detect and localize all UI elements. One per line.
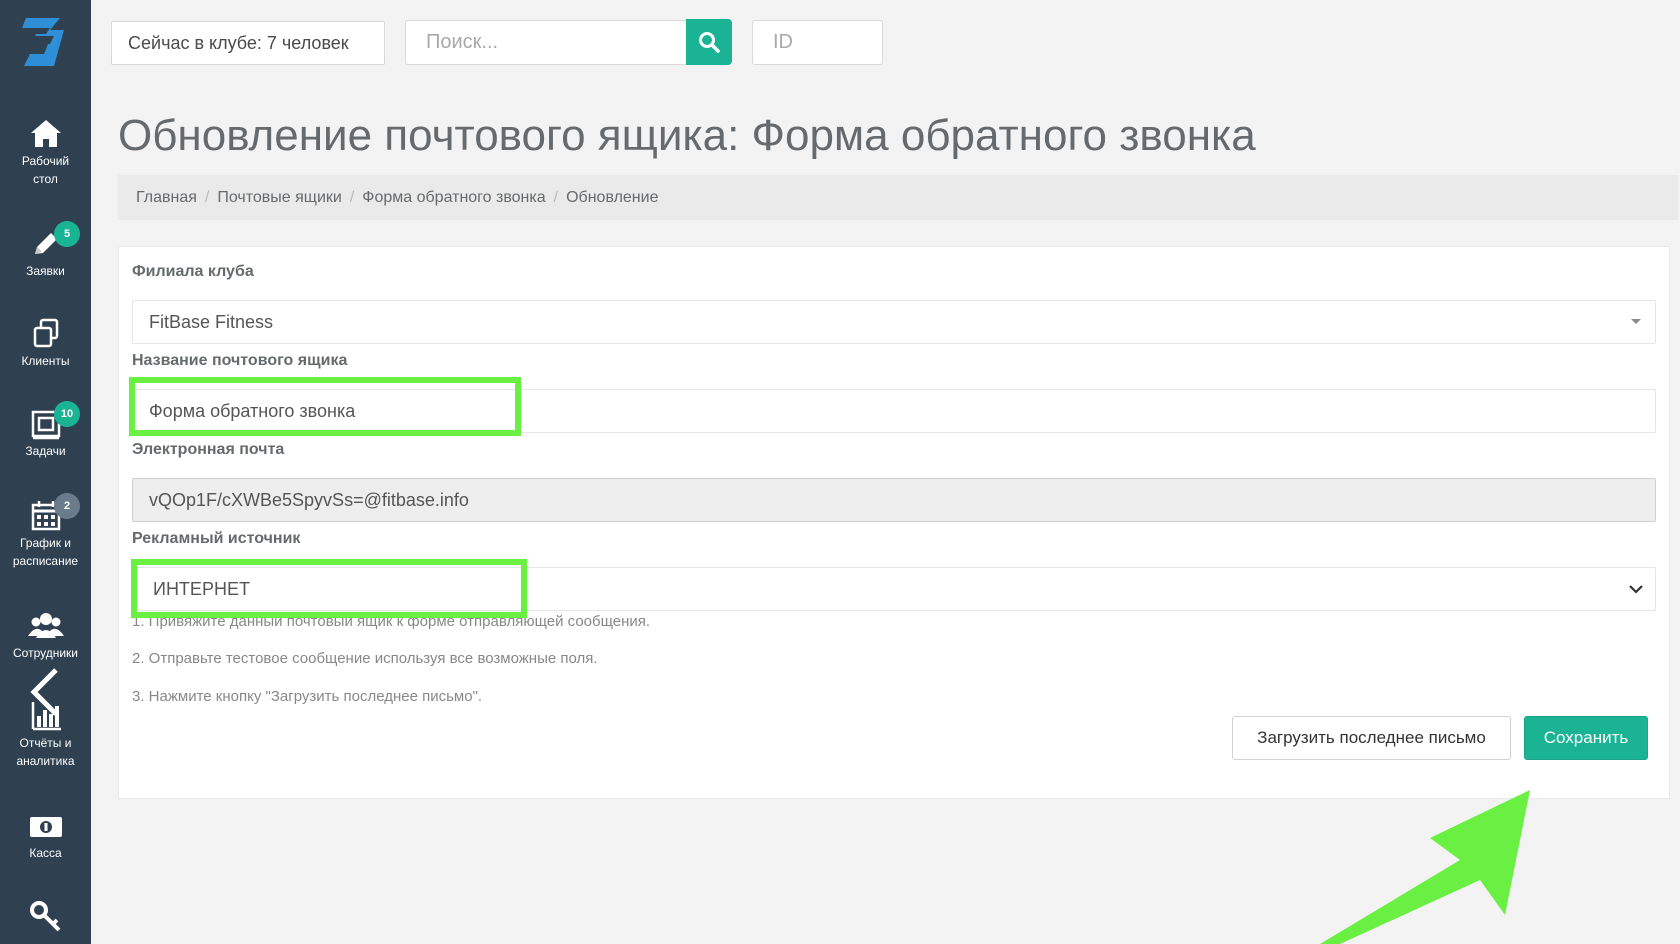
chevron-down-icon — [1629, 585, 1643, 594]
sidebar-item-cash[interactable]: Касса — [0, 808, 91, 862]
ad-source-label: Рекламный источник — [132, 530, 301, 547]
email-label: Электронная почта — [132, 441, 285, 458]
breadcrumb-mailboxes[interactable]: Почтовые ящики — [217, 189, 341, 206]
sidebar-item-clients[interactable]: Клиенты — [0, 316, 91, 370]
sidebar-item-label: Задачи — [25, 444, 66, 458]
breadcrumb-separator: / — [204, 189, 210, 206]
breadcrumb-mailbox[interactable]: Форма обратного звонка — [362, 189, 545, 206]
save-button[interactable]: Сохранить — [1524, 716, 1648, 760]
breadcrumb-home[interactable]: Главная — [136, 189, 197, 206]
breadcrumb-separator: / — [349, 189, 355, 206]
branch-select-value: FitBase Fitness — [149, 312, 274, 332]
sidebar-item-staff[interactable]: Сотрудники — [0, 608, 91, 662]
sidebar-item-label: Заявки — [26, 264, 65, 278]
ad-source-highlight — [131, 559, 527, 618]
schedule-count-badge: 2 — [54, 493, 80, 519]
instruction-step-3: 3. Нажмите кнопку "Загрузить последнее п… — [132, 688, 483, 705]
breadcrumb-current: Обновление — [566, 189, 659, 206]
breadcrumb-separator: / — [553, 189, 559, 206]
branch-label: Филиала клуба — [132, 263, 254, 280]
id-search-input[interactable] — [752, 20, 883, 65]
page-title: Обновление почтового ящика: Форма обратн… — [118, 111, 1256, 160]
instruction-step-2: 2. Отправьте тестовое сообщение использу… — [132, 650, 598, 667]
email-value: vQOp1F/cXWBe5SpyvSs=@fitbase.info — [149, 490, 469, 510]
requests-count-badge: 5 — [54, 221, 80, 247]
sidebar-item-requests[interactable]: Заявки 5 — [0, 221, 91, 280]
topbar: Сейчас в клубе: 7 человек — [91, 0, 1680, 85]
sidebar-item-schedule[interactable]: График и расписание 2 — [0, 493, 91, 570]
collapse-sidebar-icon[interactable] — [28, 666, 62, 718]
load-last-email-button[interactable]: Загрузить последнее письмо — [1232, 716, 1511, 760]
email-field: vQOp1F/cXWBe5SpyvSs=@fitbase.info — [132, 478, 1656, 522]
fitbase-logo[interactable] — [20, 14, 70, 70]
pointer-arrow-annotation — [1320, 790, 1530, 944]
cash-icon — [29, 817, 62, 837]
club-occupancy-status: Сейчас в клубе: 7 человек — [111, 21, 385, 65]
sidebar-item-label: Отчёты и — [19, 736, 72, 750]
sidebar-item-label: Касса — [29, 846, 62, 860]
mailbox-form: Филиала клуба FitBase Fitness Название п… — [118, 246, 1670, 799]
search-button[interactable] — [686, 19, 732, 65]
sidebar-item-label: График и — [19, 536, 72, 550]
sidebar-item-label: Клиенты — [21, 354, 70, 368]
clients-icon — [33, 318, 58, 348]
sidebar-item-tasks[interactable]: Задачи 10 — [0, 401, 91, 460]
sidebar-item-dashboard[interactable]: Рабочий стол — [0, 116, 91, 188]
sidebar-item-label: расписание — [12, 554, 79, 568]
mailbox-name-highlight — [129, 377, 521, 436]
users-icon — [27, 613, 64, 638]
search-icon — [699, 32, 720, 53]
mailbox-name-label: Название почтового ящика — [132, 352, 348, 369]
sidebar-item-label: Сотрудники — [13, 646, 78, 660]
sidebar: Рабочий стол Заявки 5 Клиенты Задачи 10 — [0, 0, 91, 944]
sidebar-item-access[interactable] — [0, 898, 91, 934]
tasks-count-badge: 10 — [54, 401, 80, 427]
breadcrumb: Главная / Почтовые ящики / Форма обратного з… — [118, 175, 1678, 220]
home-icon — [30, 120, 61, 147]
sidebar-item-label: аналитика — [16, 754, 75, 768]
search-input[interactable] — [405, 20, 686, 65]
branch-select[interactable]: FitBase Fitness — [132, 300, 1656, 344]
sidebar-item-label: стол — [33, 172, 58, 186]
sidebar-item-label: Рабочий — [21, 154, 70, 168]
caret-down-icon — [1631, 319, 1641, 324]
key-icon — [29, 901, 60, 932]
